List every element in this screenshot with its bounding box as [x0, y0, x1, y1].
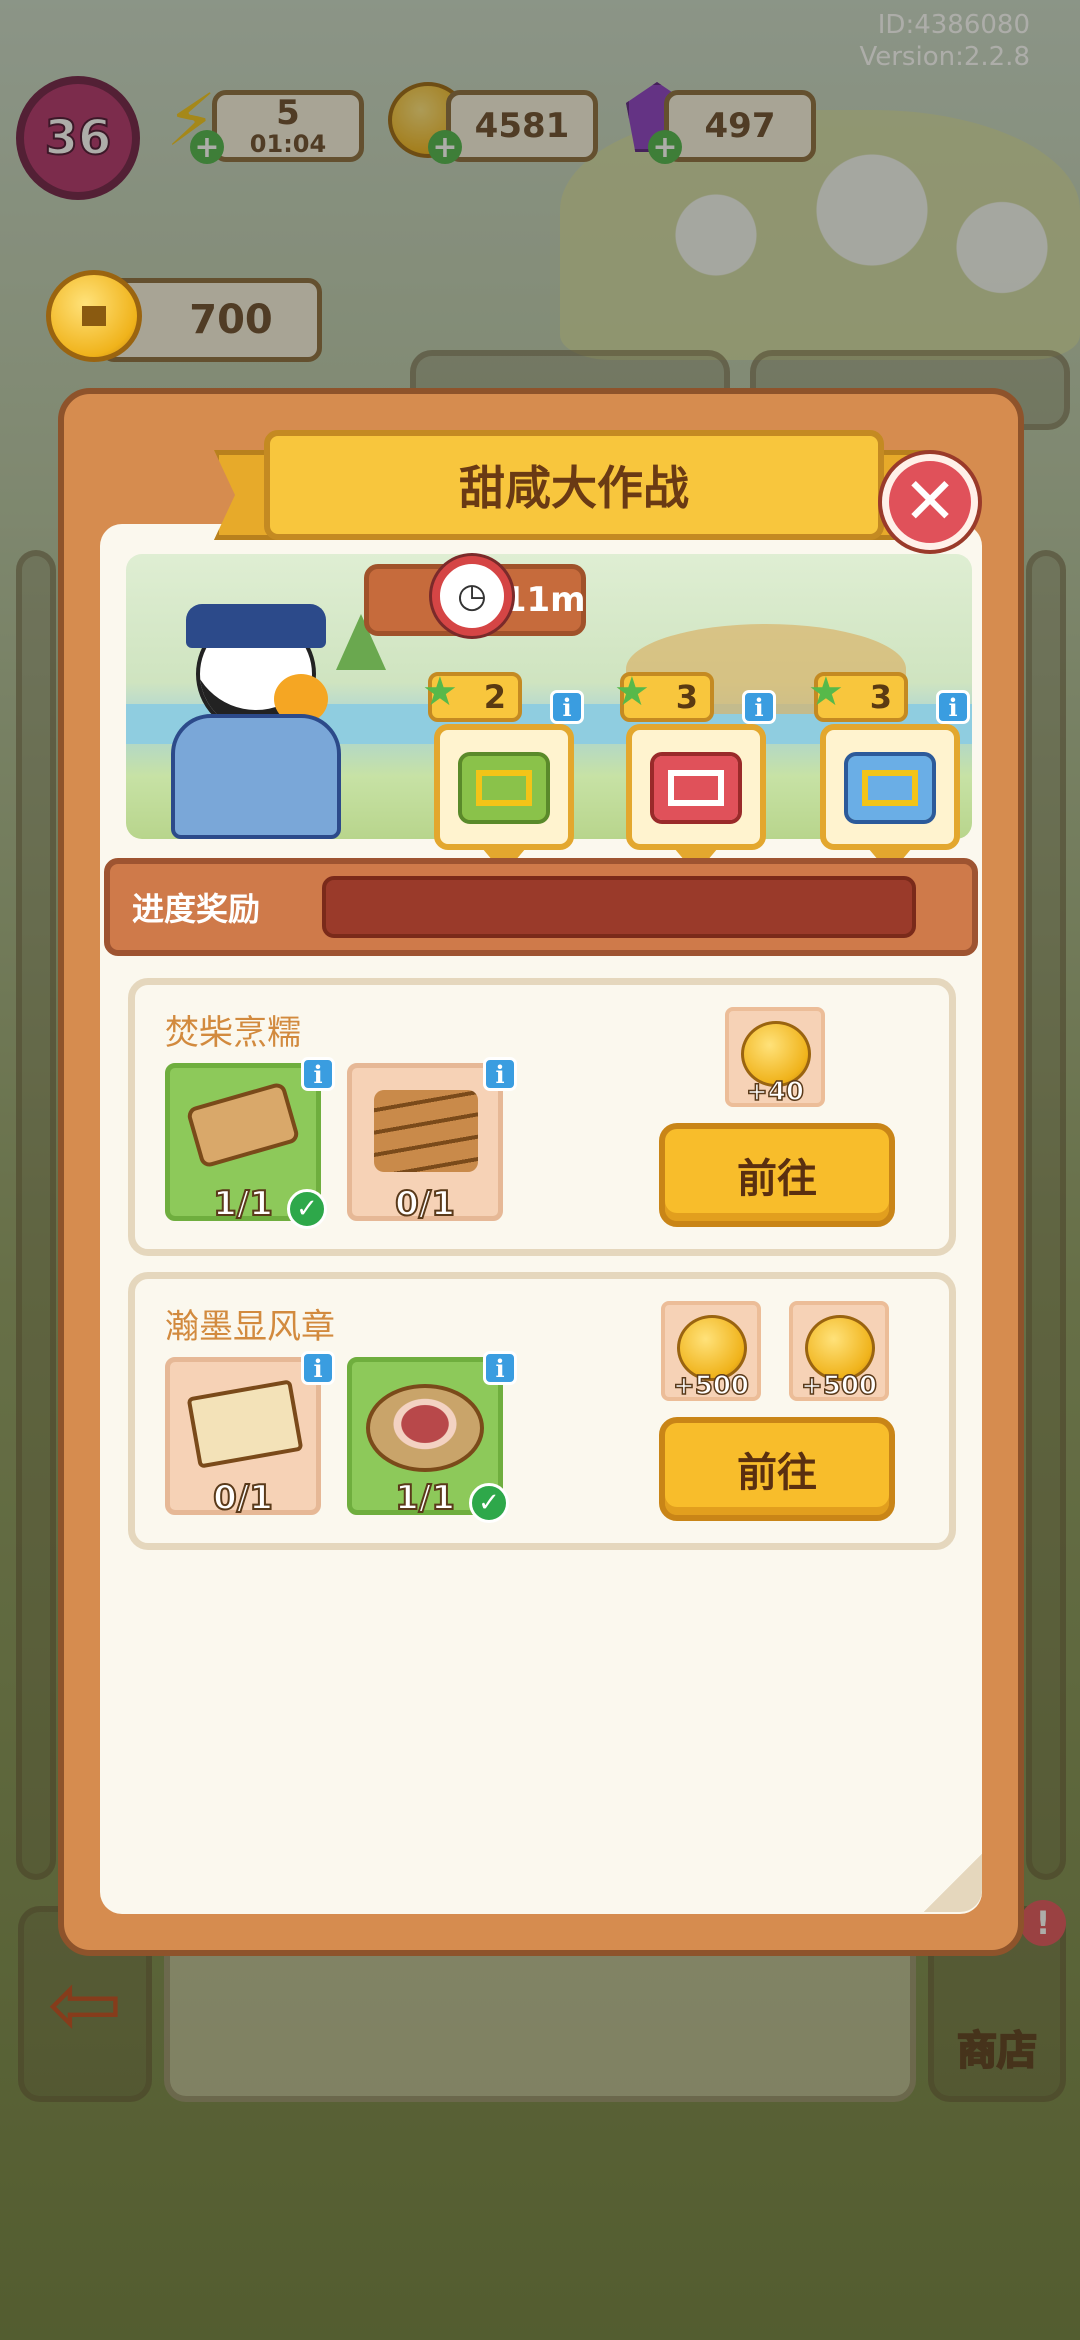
info-icon[interactable]: i [936, 690, 970, 724]
event-title-banner: 甜咸大作战 [264, 430, 884, 540]
clock-icon: ◷ [432, 556, 512, 636]
task-item[interactable]: 0/1 [347, 1063, 503, 1225]
wood-log-icon [185, 1081, 301, 1169]
star-badge: ★ 2 [422, 672, 522, 722]
blue-robe [171, 714, 341, 839]
firewood-pile-icon [374, 1090, 478, 1172]
reward-card [626, 724, 766, 850]
reward-coin: +500 [789, 1301, 889, 1402]
close-button[interactable]: ✕ [882, 454, 978, 550]
info-icon[interactable]: i [483, 1057, 517, 1091]
event-panel: 甜咸大作战 ✕ 5h11m ◷ ★ 2 i ★ 3 i ★ 3 i 进度奖励 焚… [58, 388, 1024, 1956]
reward-amount: +500 [800, 1370, 878, 1402]
event-title: 甜咸大作战 [459, 461, 689, 515]
green-gift-icon [458, 752, 550, 824]
task-title: 焚柴烹糯 [165, 1013, 301, 1053]
item-count: 0/1 [394, 1183, 456, 1225]
task-item[interactable]: 0/1 [165, 1357, 321, 1519]
go-button-label: 前往 [737, 1156, 817, 1202]
page-curl-icon [924, 1854, 982, 1912]
reward-card [434, 724, 574, 850]
info-icon[interactable]: i [742, 690, 776, 724]
reward-coin: +40 [725, 1007, 825, 1108]
go-button[interactable]: 前往 [659, 1123, 895, 1227]
reward-coin: +500 [661, 1301, 761, 1402]
reward-card [820, 724, 960, 850]
info-icon[interactable]: i [301, 1057, 335, 1091]
task-card: 焚柴烹糯 1/1 ✓ i 0/1 i +40 前往 [128, 978, 956, 1256]
star-badge: ★ 3 [614, 672, 714, 722]
ham-platter-icon [366, 1384, 484, 1472]
star-badge: ★ 3 [808, 672, 908, 722]
star-icon: ★ [808, 669, 844, 715]
side-coin-square-hole [82, 306, 106, 326]
scholar-hat [186, 604, 326, 648]
reward-stars: 2 [483, 678, 506, 716]
reward-amount: +40 [745, 1076, 804, 1108]
info-icon[interactable]: i [550, 690, 584, 724]
progress-track [322, 876, 916, 938]
star-icon: ★ [614, 669, 650, 715]
go-button-label: 前往 [737, 1450, 817, 1496]
reward-amount: +500 [672, 1370, 750, 1402]
check-icon: ✓ [287, 1189, 327, 1229]
progress-label: 进度奖励 [132, 890, 261, 928]
reward-stars: 3 [675, 678, 698, 716]
red-gift-icon [650, 752, 742, 824]
progress-reward-bar: 进度奖励 [104, 858, 978, 956]
scroll-icon [186, 1379, 304, 1469]
item-count: 0/1 [212, 1477, 274, 1519]
go-button[interactable]: 前往 [659, 1417, 895, 1521]
close-icon: ✕ [903, 465, 957, 539]
task-card: 瀚墨显风章 0/1 i 1/1 ✓ i +500 +500 前往 [128, 1272, 956, 1550]
blue-gift-icon [844, 752, 936, 824]
task-title: 瀚墨显风章 [165, 1307, 335, 1347]
info-icon[interactable]: i [483, 1351, 517, 1385]
penguin-scholar [156, 604, 346, 839]
reward-stars: 3 [869, 678, 892, 716]
star-icon: ★ [422, 669, 458, 715]
check-icon: ✓ [469, 1483, 509, 1523]
info-icon[interactable]: i [301, 1351, 335, 1385]
